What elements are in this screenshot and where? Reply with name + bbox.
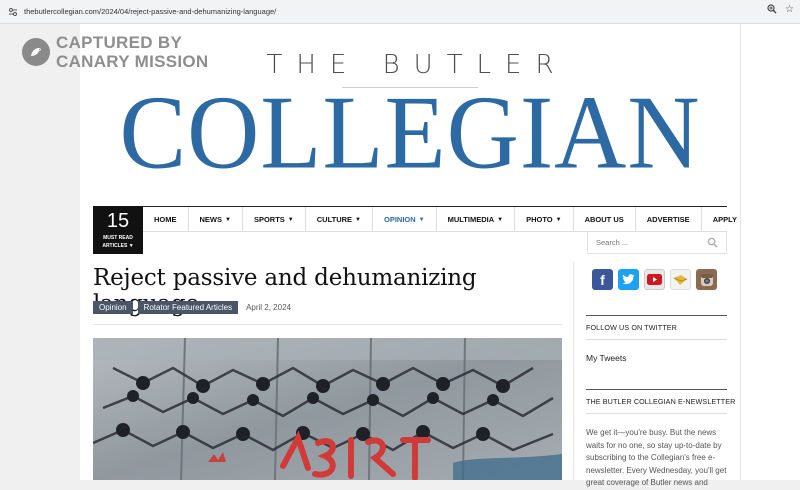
sidebar-rule xyxy=(586,413,727,414)
social-links: f xyxy=(592,269,717,290)
follow-twitter-heading: FOLLOW US ON TWITTER xyxy=(586,323,677,332)
browser-url-bar[interactable]: thebutlercollegian.com/2024/04/reject-pa… xyxy=(0,0,800,24)
must-read-count: 15 xyxy=(106,210,130,232)
nav-culture[interactable]: CULTURE ▼ xyxy=(306,207,373,232)
chevron-down-icon: ▼ xyxy=(555,216,562,223)
must-read-label: MUST READ xyxy=(103,235,133,241)
watermark-line-1: CAPTURED BY xyxy=(56,33,183,52)
newsletter-heading: THE BUTLER COLLEGIAN E-NEWSLETTER xyxy=(586,397,736,406)
nav-home[interactable]: HOME xyxy=(143,207,189,232)
chevron-down-icon: ▼ xyxy=(128,243,134,249)
my-tweets-link[interactable]: My Tweets xyxy=(586,353,626,363)
must-read-articles: ARTICLES ▼ xyxy=(102,243,134,249)
nav-advertise[interactable]: ADVERTISE xyxy=(636,207,702,232)
article-hero-image[interactable] xyxy=(93,338,562,480)
must-read-box[interactable]: 15 MUST READ ARTICLES ▼ xyxy=(93,206,143,254)
twitter-icon[interactable] xyxy=(618,269,639,290)
chevron-down-icon: ▼ xyxy=(225,216,231,223)
sidebar-rule xyxy=(586,339,727,340)
chevron-down-icon: ▼ xyxy=(355,216,361,223)
masthead-collegian[interactable]: COLLEGIAN xyxy=(80,75,740,191)
search-box xyxy=(587,232,727,254)
newsletter-text: We get it—you're busy. But the news wait… xyxy=(586,428,727,487)
column-divider xyxy=(573,262,574,480)
sidebar-rule xyxy=(586,315,727,316)
nav-apply[interactable]: APPLY xyxy=(702,207,748,232)
divider xyxy=(93,324,562,325)
nav-bar: HOME NEWS ▼ SPORTS ▼ CULTURE ▼ OPINION ▼ MUL… xyxy=(143,206,737,232)
watermark-text: CAPTURED BY CANARY MISSION xyxy=(56,33,209,71)
nav-about-us[interactable]: ABOUT US xyxy=(574,207,636,232)
sidebar-rule xyxy=(586,389,727,390)
canary-bird-icon xyxy=(22,38,50,66)
page-margin xyxy=(740,24,800,480)
instagram-icon[interactable] xyxy=(696,269,717,290)
bookmark-star-icon[interactable]: ☆ xyxy=(785,4,794,17)
zoom-icon[interactable] xyxy=(767,4,777,17)
article-meta: Opinion Rotator Featured Articles April … xyxy=(93,301,291,314)
nav-photo[interactable]: PHOTO ▼ xyxy=(515,207,574,232)
facebook-icon[interactable]: f xyxy=(592,269,613,290)
search-icon[interactable] xyxy=(707,237,718,248)
watermark-line-2: CANARY MISSION xyxy=(56,52,209,71)
nav-multimedia[interactable]: MULTIMEDIA ▼ xyxy=(437,207,516,232)
nav-sports[interactable]: SPORTS ▼ xyxy=(243,207,306,232)
nav-opinion[interactable]: OPINION ▼ xyxy=(373,207,437,232)
search-input[interactable] xyxy=(596,238,696,247)
chevron-down-icon: ▼ xyxy=(287,216,294,223)
url-text[interactable]: thebutlercollegian.com/2024/04/reject-pa… xyxy=(24,7,276,16)
article-date: April 2, 2024 xyxy=(246,303,291,312)
category-tag-opinion[interactable]: Opinion xyxy=(93,301,133,314)
chevron-down-icon: ▼ xyxy=(497,216,504,223)
main-navigation: 15 MUST READ ARTICLES ▼ HOME NEWS ▼ SPORT… xyxy=(93,206,737,254)
canary-mission-watermark: CAPTURED BY CANARY MISSION xyxy=(22,33,209,71)
youtube-icon[interactable] xyxy=(644,269,665,290)
site-info-icon[interactable] xyxy=(6,5,20,19)
chevron-down-icon: ▼ xyxy=(418,216,425,223)
email-icon[interactable] xyxy=(670,269,691,290)
category-tag-rotator[interactable]: Rotator Featured Articles xyxy=(137,301,239,314)
nav-news[interactable]: NEWS ▼ xyxy=(189,207,243,232)
